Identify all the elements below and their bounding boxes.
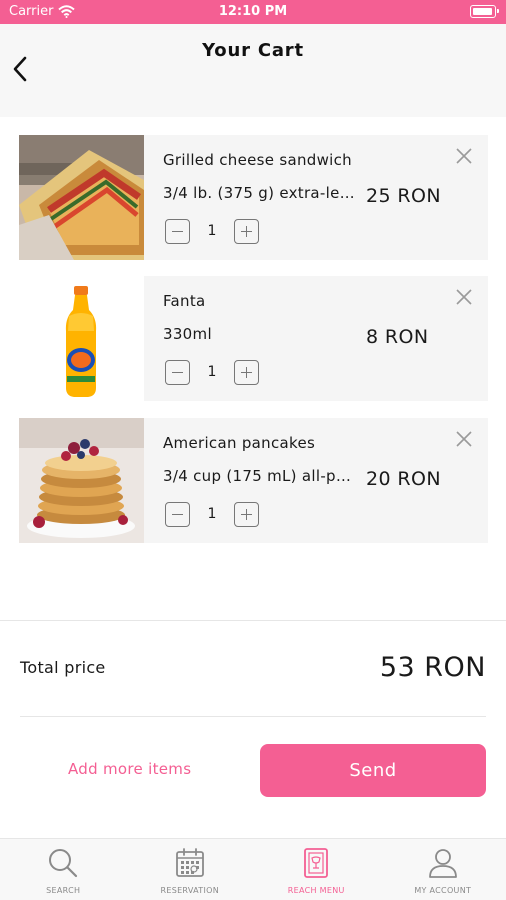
remove-item-button[interactable] [455,288,473,306]
fanta-bottle-image [19,276,144,401]
add-more-items-link[interactable]: Add more items [68,760,191,778]
item-image [19,276,144,401]
item-panel: American pancakes 3/4 cup (175 mL) all-p… [144,418,488,543]
search-icon [49,849,78,878]
item-description: 3/4 lb. (375 g) extra-lean ground beef [163,184,360,202]
item-panel: Fanta 330ml 8 RON 1 [144,276,488,401]
tab-label: MY ACCOUNT [414,886,472,895]
summary-divider [0,620,506,621]
menu-book-icon [304,848,329,878]
tab-bar: SEARCH RESERVATION REACH MENU MY ACCOUNT [0,838,506,900]
quantity-stepper: 1 [165,501,259,527]
item-image [19,418,144,543]
tab-label: SEARCH [46,886,81,895]
page-title: Your Cart [202,40,304,61]
quantity-stepper: 1 [165,218,259,244]
tab-reach-menu[interactable]: REACH MENU [253,839,380,900]
quantity-value: 1 [207,223,217,239]
item-image [19,135,144,260]
tab-my-account[interactable]: MY ACCOUNT [380,839,506,900]
tab-search[interactable]: SEARCH [0,839,127,900]
item-name: Fanta [163,292,206,310]
item-price: 8 RON [366,326,429,348]
user-icon [428,849,457,878]
total-price-value: 53 RON [379,652,486,683]
battery-icon [470,5,499,18]
item-panel: Grilled cheese sandwich 3/4 lb. (375 g) … [144,135,488,260]
send-button[interactable]: Send [260,744,486,797]
tab-label: REACH MENU [287,886,345,895]
close-icon [456,289,472,305]
cart-item: Grilled cheese sandwich 3/4 lb. (375 g) … [19,135,488,260]
sandwich-image [19,135,144,260]
tab-reservation[interactable]: RESERVATION [127,839,254,900]
increase-quantity-button[interactable] [234,218,259,244]
increase-quantity-button[interactable] [234,359,259,385]
quantity-value: 1 [207,506,217,522]
total-price-label: Total price [20,658,106,677]
item-price: 20 RON [366,468,441,490]
item-name: Grilled cheese sandwich [163,151,352,169]
decrease-quantity-button[interactable] [165,359,190,385]
item-description: 330ml [163,325,212,343]
cart-item: Fanta 330ml 8 RON 1 [19,276,488,401]
status-time: 12:10 PM [218,4,288,19]
status-bar: Carrier 12:10 PM [0,0,506,24]
remove-item-button[interactable] [455,147,473,165]
cart-item: American pancakes 3/4 cup (175 mL) all-p… [19,418,488,543]
item-name: American pancakes [163,434,316,452]
actions-divider [20,716,486,717]
calendar-icon [175,848,204,877]
header: Your Cart [0,24,506,117]
tab-label: RESERVATION [160,886,219,895]
increase-quantity-button[interactable] [234,501,259,527]
pancakes-image [19,418,144,543]
remove-item-button[interactable] [455,430,473,448]
close-icon [456,148,472,164]
close-icon [456,431,472,447]
item-price: 25 RON [366,185,441,207]
quantity-value: 1 [207,364,217,380]
item-description: 3/4 cup (175 mL) all-purpose flour [163,467,360,485]
decrease-quantity-button[interactable] [165,501,190,527]
quantity-stepper: 1 [165,359,259,385]
decrease-quantity-button[interactable] [165,218,190,244]
